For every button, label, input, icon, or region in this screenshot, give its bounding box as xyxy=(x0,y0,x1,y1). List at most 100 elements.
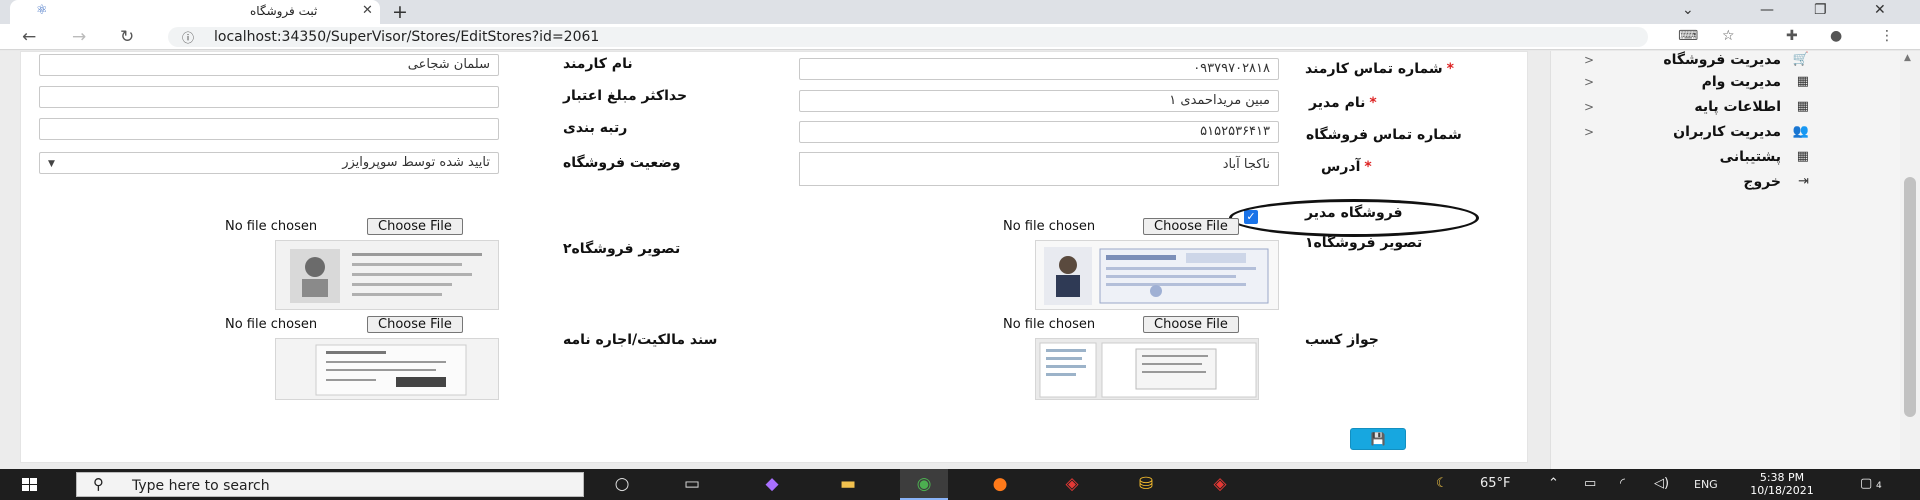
address-textarea[interactable]: ناکجا آباد xyxy=(799,152,1279,186)
language-indicator[interactable]: ENG xyxy=(1694,478,1718,491)
license-thumbnail xyxy=(1035,338,1259,400)
file-status-text: No file chosen xyxy=(225,317,318,332)
deed-thumbnail xyxy=(275,338,499,400)
max-credit-label: حداکثر مبلغ اعتبار xyxy=(563,88,688,104)
tab-search-icon[interactable]: ⌄ xyxy=(1682,2,1694,18)
sidebar-item-label: خروج xyxy=(1743,174,1781,190)
file-status-text: No file chosen xyxy=(225,219,318,234)
store-image2-file-input[interactable]: No file chosen Choose File xyxy=(225,218,505,236)
file-status-text: No file chosen xyxy=(1003,219,1096,234)
new-tab-button[interactable]: + xyxy=(392,1,408,23)
store-image1-file-input[interactable]: No file chosen Choose File xyxy=(1003,218,1283,236)
sidebar-item-support[interactable]: ▦ پشتیبانی xyxy=(1551,148,1901,170)
site-info-icon[interactable]: ⓘ xyxy=(182,29,194,46)
employee-phone-input[interactable]: ۰۹۳۷۹۷۰۲۸۱۸ xyxy=(799,58,1279,80)
browser-toolbar: ← → ↻ ⓘ localhost:34350/SuperVisor/Store… xyxy=(0,24,1920,50)
grid-icon: ▦ xyxy=(1796,74,1809,89)
taskbar-clock[interactable]: 5:38 PM 10/18/2021 xyxy=(1744,471,1820,497)
store-image2-label: تصویر فروشگاه۲ xyxy=(563,241,681,257)
scroll-up-icon[interactable]: ▲ xyxy=(1904,53,1911,63)
chevron-left-icon: < xyxy=(1584,100,1595,114)
page-favicon-icon: ⚛ xyxy=(36,3,48,18)
chevron-down-icon: ▼ xyxy=(48,159,55,169)
translate-icon[interactable]: ⌨ xyxy=(1678,28,1698,44)
profile-avatar-icon[interactable]: ● xyxy=(1830,28,1842,44)
users-icon: 👥 xyxy=(1792,124,1809,139)
chevron-left-icon: < xyxy=(1584,125,1595,139)
cart-icon: 🛒 xyxy=(1792,52,1809,67)
windows-taskbar: ⚲ Type here to search ○ ▭ ◆ ▬ ◉ ● ◈ ⛁ ◈ … xyxy=(0,469,1920,500)
database-app-icon[interactable]: ⛁ xyxy=(1122,469,1170,500)
rank-label: رتبه بندی xyxy=(563,120,628,136)
save-icon: 💾 xyxy=(1370,432,1386,446)
max-credit-input[interactable] xyxy=(39,86,499,108)
page-content: *شماره تماس کارمند *نام مدیر شماره تماس … xyxy=(0,51,1920,469)
choose-file-button[interactable]: Choose File xyxy=(1143,316,1239,333)
notifications-icon[interactable]: ▢ xyxy=(1860,476,1872,491)
deed-file-input[interactable]: No file chosen Choose File xyxy=(225,316,505,334)
sidebar-item-label: مدیریت وام xyxy=(1701,74,1781,90)
cortana-icon[interactable]: ○ xyxy=(598,469,646,500)
sidebar-item-user-management[interactable]: 👥 مدیریت کاربران < xyxy=(1551,123,1901,145)
sidebar-item-label: مدیریت کاربران xyxy=(1673,124,1781,140)
back-button[interactable]: ← xyxy=(22,27,36,47)
start-button[interactable] xyxy=(0,469,60,500)
sidebar-item-loan-management[interactable]: ▦ مدیریت وام < xyxy=(1551,73,1901,95)
manager-name-input[interactable]: مبین مریداحمدی ۱ xyxy=(799,90,1279,112)
sidebar-item-store-management[interactable]: 🛒 مدیریت فروشگاه < xyxy=(1551,51,1901,73)
sidebar-item-label: پشتیبانی xyxy=(1719,149,1781,165)
phone-label: *شماره تماس کارمند xyxy=(1305,61,1454,77)
minimize-button[interactable]: — xyxy=(1760,2,1774,18)
reload-button[interactable]: ↻ xyxy=(120,27,134,47)
store-phone-input[interactable]: ۵۱۵۲۵۳۶۴۱۳ xyxy=(799,121,1279,143)
choose-file-button[interactable]: Choose File xyxy=(367,316,463,333)
visual-studio-icon[interactable]: ◆ xyxy=(748,469,796,500)
grid-icon: ▦ xyxy=(1796,149,1809,164)
choose-file-button[interactable]: Choose File xyxy=(1143,218,1239,235)
app-red-icon[interactable]: ◈ xyxy=(1048,469,1096,500)
deed-lease-label: سند مالکیت/اجاره نامه xyxy=(563,332,718,348)
choose-file-button[interactable]: Choose File xyxy=(367,218,463,235)
browser-tabbar: ⚛ ثبت فروشگاه ✕ + ⌄ — ❐ ✕ xyxy=(0,0,1920,24)
weather-temp[interactable]: 65°F xyxy=(1480,476,1511,491)
menu-kebab-icon[interactable]: ⋮ xyxy=(1880,28,1894,44)
sidebar-item-exit[interactable]: ⇥ خروج xyxy=(1551,173,1901,195)
task-view-icon[interactable]: ▭ xyxy=(668,469,716,500)
forward-button[interactable]: → xyxy=(72,27,86,47)
tray-chevron-up-icon[interactable]: ⌃ xyxy=(1548,476,1559,491)
rank-input[interactable] xyxy=(39,118,499,140)
store-image1-thumbnail xyxy=(1035,240,1279,310)
store-status-label: وضعیت فروشگاه xyxy=(563,155,681,171)
sidebar-item-label: مدیریت فروشگاه xyxy=(1663,52,1781,68)
manager-name-label: *نام مدیر xyxy=(1309,95,1377,111)
extensions-icon[interactable]: ✚ xyxy=(1786,28,1798,44)
license-file-input[interactable]: No file chosen Choose File xyxy=(1003,316,1283,334)
store-status-select[interactable]: تایید شده توسط سوپروایزر ▼ xyxy=(39,152,499,174)
address-bar[interactable]: ⓘ localhost:34350/SuperVisor/Stores/Edit… xyxy=(168,27,1648,47)
store-image1-label: تصویر فروشگاه۱ xyxy=(1305,235,1423,251)
windows-logo-icon xyxy=(22,478,37,491)
scrollbar-thumb[interactable] xyxy=(1904,177,1916,417)
sidebar-item-base-info[interactable]: ▦ اطلاعات پایه < xyxy=(1551,98,1901,120)
store-image2-thumbnail xyxy=(275,240,499,310)
employee-name-input[interactable]: سلمان شجاعی xyxy=(39,54,499,76)
taskbar-search[interactable]: ⚲ Type here to search xyxy=(76,472,584,497)
save-button[interactable]: 💾 xyxy=(1350,428,1406,450)
search-placeholder: Type here to search xyxy=(132,478,270,494)
firefox-icon[interactable]: ● xyxy=(976,469,1024,500)
file-explorer-icon[interactable]: ▬ xyxy=(824,469,872,500)
chevron-left-icon: < xyxy=(1584,53,1595,67)
wifi-icon[interactable]: ◜ xyxy=(1620,476,1625,491)
browser-tab[interactable]: ⚛ ثبت فروشگاه ✕ xyxy=(10,0,380,24)
tab-close-icon[interactable]: ✕ xyxy=(362,3,373,18)
volume-icon[interactable]: ◁) xyxy=(1654,476,1669,491)
close-window-button[interactable]: ✕ xyxy=(1874,2,1886,18)
battery-icon[interactable]: ▭ xyxy=(1584,476,1596,491)
search-icon: ⚲ xyxy=(93,475,104,493)
restore-button[interactable]: ❐ xyxy=(1814,2,1827,18)
chevron-left-icon: < xyxy=(1584,75,1595,89)
bookmark-star-icon[interactable]: ☆ xyxy=(1722,28,1735,44)
chrome-icon[interactable]: ◉ xyxy=(900,469,948,500)
file-status-text: No file chosen xyxy=(1003,317,1096,332)
app-red-2-icon[interactable]: ◈ xyxy=(1196,469,1244,500)
